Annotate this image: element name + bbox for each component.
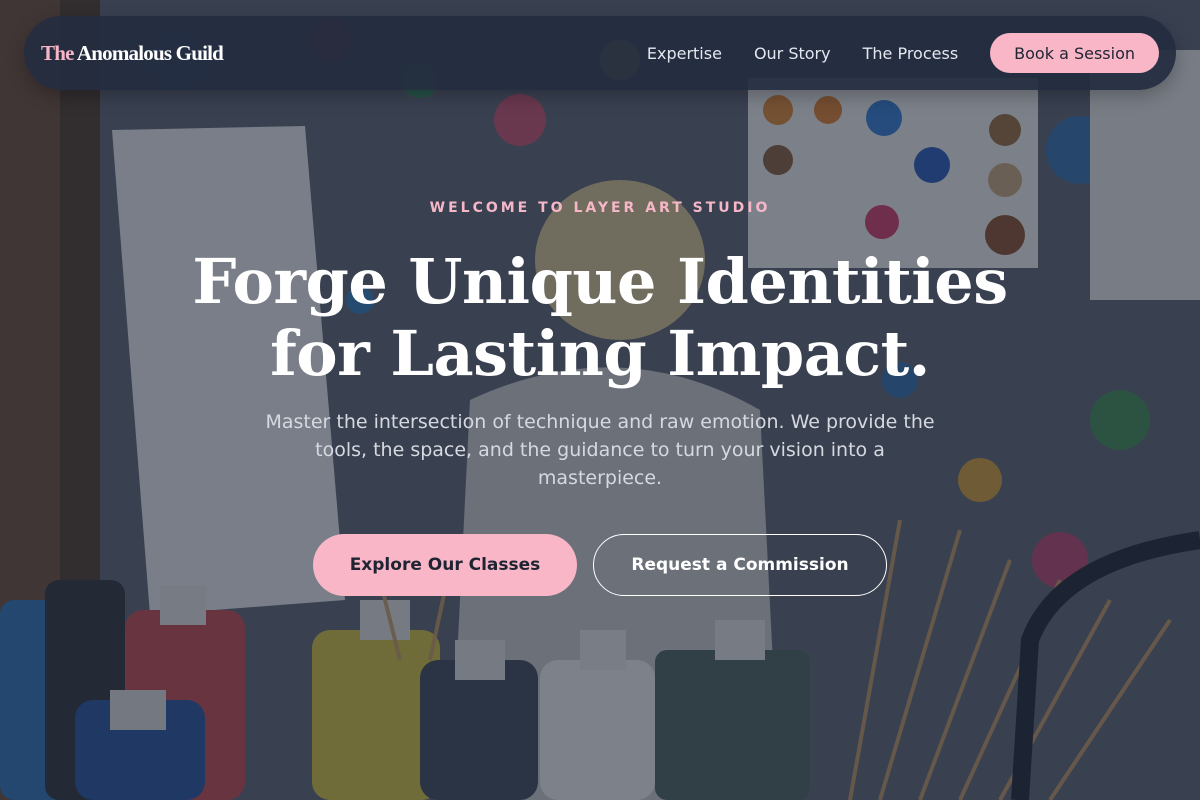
top-navbar: The Anomalous Guild Expertise Our Story …: [24, 16, 1176, 90]
hero-section: WELCOME TO LAYER ART STUDIO Forge Unique…: [0, 200, 1200, 596]
brand-accent-word: The: [41, 40, 74, 65]
brand-logo[interactable]: The Anomalous Guild: [41, 40, 224, 66]
hero-cta-row: Explore Our Classes Request a Commission: [0, 534, 1200, 596]
nav-link-expertise[interactable]: Expertise: [647, 44, 722, 63]
hero-headline: Forge Unique Identities for Lasting Impa…: [0, 246, 1200, 390]
hero-subtext: Master the intersection of technique and…: [265, 411, 935, 489]
nav-link-our-story[interactable]: Our Story: [754, 44, 831, 63]
hero-eyebrow: WELCOME TO LAYER ART STUDIO: [429, 200, 771, 216]
explore-classes-button[interactable]: Explore Our Classes: [313, 534, 577, 596]
brand-name: Anomalous Guild: [73, 40, 224, 65]
book-session-button[interactable]: Book a Session: [990, 33, 1159, 73]
hero-headline-line-1: Forge Unique Identities: [192, 245, 1008, 318]
nav-link-the-process[interactable]: The Process: [863, 44, 959, 63]
request-commission-button[interactable]: Request a Commission: [593, 534, 887, 596]
hero-headline-line-2: for Lasting Impact.: [270, 317, 930, 390]
nav-links: Expertise Our Story The Process Book a S…: [647, 33, 1159, 73]
